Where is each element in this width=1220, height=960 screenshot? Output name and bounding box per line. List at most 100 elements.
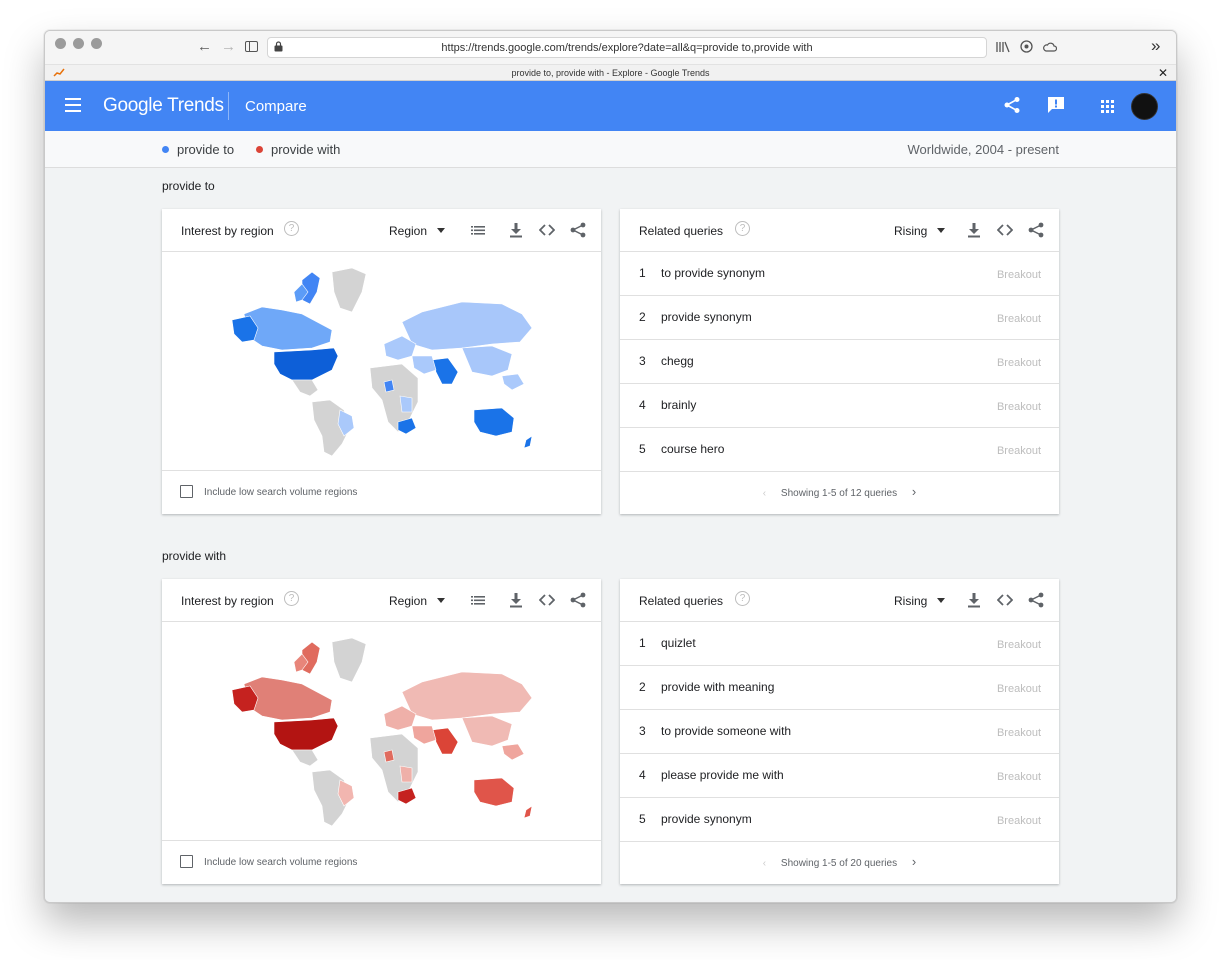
- url-text: https://trends.google.com/trends/explore…: [441, 41, 813, 54]
- pagination-label: Showing 1-5 of 20 queries: [780, 858, 898, 869]
- query-row[interactable]: 3 chegg Breakout: [620, 340, 1059, 384]
- related-queries-card: Related queries ? Rising 1 quizlet Breakou…: [620, 579, 1059, 884]
- world-map-blue[interactable]: [162, 252, 601, 470]
- query-row[interactable]: 2 provide with meaning Breakout: [620, 666, 1059, 710]
- query-rank: 2: [639, 680, 646, 694]
- query-row[interactable]: 4 please provide me with Breakout: [620, 754, 1059, 798]
- download-icon[interactable]: [508, 592, 524, 608]
- previous-page-icon[interactable]: ‹: [763, 488, 766, 499]
- extension-icon[interactable]: [1020, 40, 1033, 53]
- region-usa[interactable]: [273, 717, 339, 751]
- low-volume-checkbox[interactable]: [180, 485, 193, 498]
- account-avatar[interactable]: [1131, 93, 1158, 120]
- query-text: course hero: [661, 442, 725, 456]
- sidebar-icon[interactable]: [245, 41, 258, 52]
- geo-time-range[interactable]: Worldwide, 2004 - present: [907, 142, 1059, 157]
- query-rank: 3: [639, 724, 646, 738]
- query-value: Breakout: [996, 401, 1041, 413]
- embed-code-icon[interactable]: [997, 592, 1013, 608]
- related-queries-card: Related queries ? Rising 1 to provide syn…: [620, 209, 1059, 514]
- world-map-red[interactable]: [162, 622, 601, 840]
- download-icon[interactable]: [966, 222, 982, 238]
- close-tab-icon[interactable]: ✕: [1158, 66, 1168, 80]
- query-value: Breakout: [996, 683, 1041, 695]
- region-dropdown[interactable]: Region: [389, 224, 446, 238]
- region-greenland[interactable]: [331, 267, 367, 313]
- checkbox-label: Include low search volume regions: [204, 857, 358, 868]
- query-value: Breakout: [996, 771, 1041, 783]
- help-icon[interactable]: ?: [284, 221, 299, 236]
- region-russia[interactable]: [401, 671, 533, 721]
- share-icon[interactable]: [570, 222, 586, 238]
- pagination: ‹ Showing 1-5 of 12 queries ›: [620, 484, 1059, 499]
- share-icon[interactable]: [1028, 592, 1044, 608]
- query-rank: 4: [639, 398, 646, 412]
- region-india[interactable]: [431, 727, 459, 755]
- region-usa[interactable]: [273, 347, 339, 381]
- list-view-icon[interactable]: [470, 592, 486, 608]
- query-rank: 5: [639, 442, 646, 456]
- lock-icon: [274, 41, 283, 52]
- query-row[interactable]: 1 quizlet Breakout: [620, 622, 1059, 666]
- help-icon[interactable]: ?: [735, 591, 750, 606]
- next-page-icon[interactable]: ›: [912, 854, 916, 869]
- share-icon[interactable]: [1003, 96, 1021, 114]
- forward-arrow-icon[interactable]: →: [221, 38, 236, 55]
- embed-code-icon[interactable]: [997, 222, 1013, 238]
- embed-code-icon[interactable]: [539, 222, 555, 238]
- download-icon[interactable]: [508, 222, 524, 238]
- back-arrow-icon[interactable]: ←: [197, 38, 212, 55]
- help-icon[interactable]: ?: [284, 591, 299, 606]
- close-window-button[interactable]: [55, 38, 66, 49]
- region-dropdown[interactable]: Region: [389, 594, 446, 608]
- list-view-icon[interactable]: [470, 222, 486, 238]
- query-row[interactable]: 1 to provide synonym Breakout: [620, 252, 1059, 296]
- low-volume-checkbox[interactable]: [180, 855, 193, 868]
- region-india[interactable]: [431, 357, 459, 385]
- google-trends-logo[interactable]: Google Trends: [103, 95, 224, 117]
- share-icon[interactable]: [570, 592, 586, 608]
- minimize-window-button[interactable]: [73, 38, 84, 49]
- term-chip-provide-with[interactable]: provide with: [256, 142, 340, 157]
- address-bar[interactable]: https://trends.google.com/trends/explore…: [267, 37, 987, 58]
- region-australia[interactable]: [473, 777, 515, 807]
- next-page-icon[interactable]: ›: [912, 484, 916, 499]
- query-rank: 3: [639, 354, 646, 368]
- overflow-chevron-icon[interactable]: »: [1151, 36, 1160, 56]
- interest-by-region-card: Interest by region ? Region Include low …: [162, 579, 601, 884]
- hamburger-menu-icon[interactable]: [65, 98, 81, 112]
- apps-grid-icon[interactable]: [1101, 100, 1115, 114]
- query-rank: 1: [639, 636, 646, 650]
- query-row[interactable]: 4 brainly Breakout: [620, 384, 1059, 428]
- cloud-icon[interactable]: [1043, 41, 1057, 52]
- tab-title[interactable]: provide to, provide with - Explore - Goo…: [511, 68, 709, 78]
- query-row[interactable]: 5 provide synonym Breakout: [620, 798, 1059, 842]
- query-text: please provide me with: [661, 768, 784, 782]
- zoom-window-button[interactable]: [91, 38, 102, 49]
- embed-code-icon[interactable]: [539, 592, 555, 608]
- checkbox-label: Include low search volume regions: [204, 487, 358, 498]
- rising-dropdown[interactable]: Rising: [894, 594, 946, 608]
- card-footer: Include low search volume regions: [162, 470, 601, 514]
- term-color-dot: [256, 146, 263, 153]
- card-header: Interest by region ? Region: [162, 209, 601, 252]
- query-value: Breakout: [996, 269, 1041, 281]
- rising-dropdown[interactable]: Rising: [894, 224, 946, 238]
- term-chip-provide-to[interactable]: provide to: [162, 142, 234, 157]
- query-text: chegg: [661, 354, 694, 368]
- region-australia[interactable]: [473, 407, 515, 437]
- library-icon[interactable]: [996, 41, 1010, 53]
- query-row[interactable]: 3 to provide someone with Breakout: [620, 710, 1059, 754]
- feedback-icon[interactable]: [1047, 96, 1065, 114]
- query-rank: 1: [639, 266, 646, 280]
- previous-page-icon[interactable]: ‹: [763, 858, 766, 869]
- browser-window: ← → https://trends.google.com/trends/exp…: [44, 30, 1177, 903]
- term-label: provide to: [177, 142, 235, 157]
- query-row[interactable]: 2 provide synonym Breakout: [620, 296, 1059, 340]
- download-icon[interactable]: [966, 592, 982, 608]
- query-row[interactable]: 5 course hero Breakout: [620, 428, 1059, 472]
- region-russia[interactable]: [401, 301, 533, 351]
- help-icon[interactable]: ?: [735, 221, 750, 236]
- share-icon[interactable]: [1028, 222, 1044, 238]
- region-greenland[interactable]: [331, 637, 367, 683]
